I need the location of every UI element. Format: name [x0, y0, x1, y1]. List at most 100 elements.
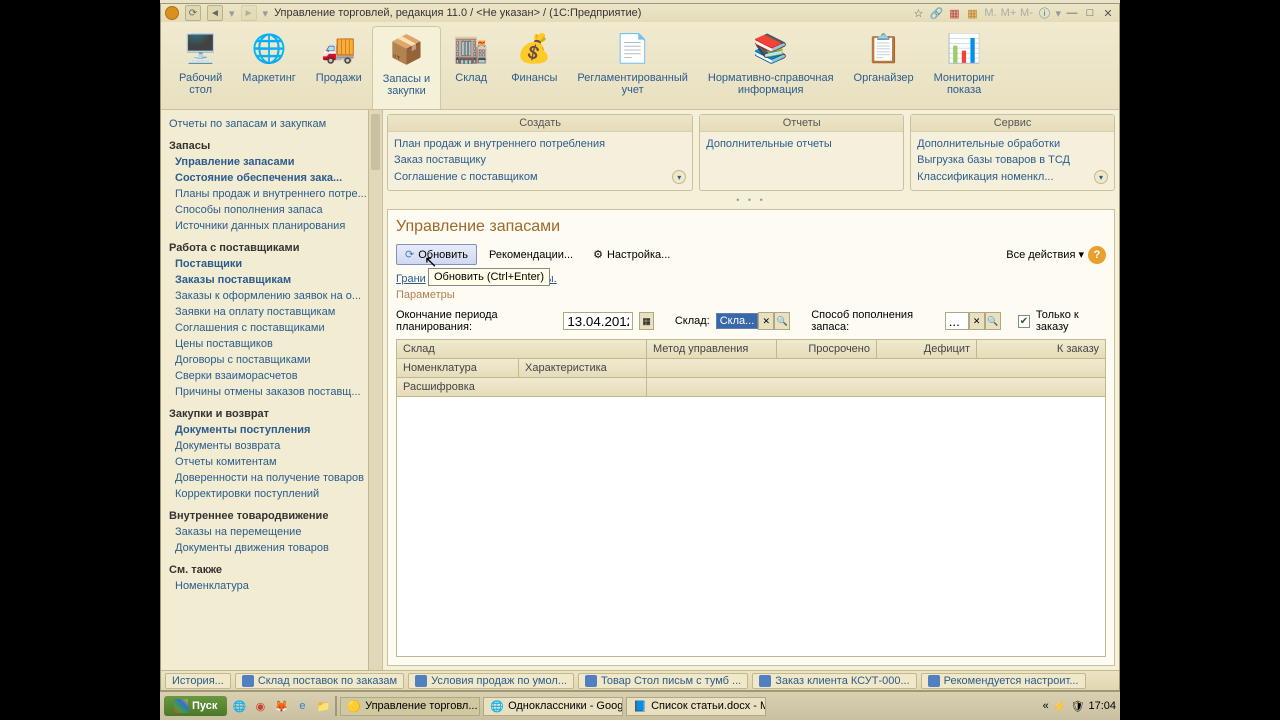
col-sklad[interactable]: Склад: [397, 340, 647, 358]
nav-link[interactable]: Документы поступления: [165, 422, 378, 438]
close-button[interactable]: ✕: [1101, 6, 1115, 20]
start-button[interactable]: Пуск: [164, 696, 227, 716]
info-icon[interactable]: ⓘ: [1037, 6, 1051, 20]
nav-link[interactable]: Документы движения товаров: [165, 540, 378, 556]
quick-link[interactable]: Выгрузка базы товаров в ТСД: [917, 152, 1108, 168]
boundary-link[interactable]: Грани: [396, 273, 426, 285]
maximize-button[interactable]: □: [1083, 6, 1097, 20]
bottombar-item[interactable]: Рекомендуется настроит...: [921, 673, 1086, 689]
nav-link[interactable]: Поставщики: [165, 256, 378, 272]
nav-link[interactable]: Доверенности на получение товаров: [165, 470, 378, 486]
calc-icon[interactable]: ▦: [947, 6, 961, 20]
nav-link[interactable]: Планы продаж и внутреннего потре...: [165, 186, 378, 202]
nav-link[interactable]: Соглашения с поставщиками: [165, 320, 378, 336]
nav-link[interactable]: Отчеты комитентам: [165, 454, 378, 470]
nav-link[interactable]: Состояние обеспечения зака...: [165, 170, 378, 186]
ie-icon[interactable]: e: [293, 697, 311, 715]
quick-link[interactable]: Классификация номенкл...▾: [917, 168, 1108, 186]
section-tab[interactable]: 📦Запасы и закупки: [372, 26, 441, 109]
dropdown-icon[interactable]: ▾: [1094, 170, 1108, 184]
section-tab[interactable]: 📚Нормативно-справочная информация: [698, 26, 844, 109]
history-button[interactable]: История...: [165, 673, 231, 689]
taskbar-item[interactable]: 🌐Одноклассники - Googl...: [483, 697, 623, 716]
m-minus-icon[interactable]: M-: [1019, 6, 1033, 20]
quick-link[interactable]: Соглашение с поставщиком▾: [394, 168, 686, 186]
method-clear-button[interactable]: ✕: [969, 312, 985, 330]
dropdown-icon[interactable]: ▾: [672, 170, 686, 184]
only-order-checkbox[interactable]: ✔: [1018, 315, 1030, 328]
col-characteristic[interactable]: Характеристика: [519, 359, 647, 377]
calendar-icon[interactable]: ▦: [965, 6, 979, 20]
star-icon[interactable]: ☆: [911, 6, 925, 20]
help-icon[interactable]: ?: [1088, 246, 1106, 264]
bottombar-item[interactable]: Склад поставок по заказам: [235, 673, 404, 689]
chrome-icon[interactable]: 🌐: [230, 697, 248, 715]
tray-icon2[interactable]: 🛡: [1071, 700, 1085, 713]
nav-forward-icon[interactable]: ►: [241, 5, 257, 21]
nav-link[interactable]: Заказы к оформлению заявок на о...: [165, 288, 378, 304]
col-deficit[interactable]: Дефицит: [877, 340, 977, 358]
settings-button[interactable]: ⚙ Настройка...: [585, 245, 678, 264]
nav-link[interactable]: Источники данных планирования: [165, 218, 378, 234]
m-icon[interactable]: M.: [983, 6, 997, 20]
recommendations-button[interactable]: Рекомендации...: [481, 246, 581, 264]
nav-back-icon[interactable]: ◄: [207, 5, 223, 21]
nav-link[interactable]: Отчеты по запасам и закупкам: [165, 116, 378, 132]
nav-link[interactable]: Договоры с поставщиками: [165, 352, 378, 368]
period-input[interactable]: [563, 312, 633, 330]
quick-link[interactable]: Заказ поставщику: [394, 152, 686, 168]
refresh-button[interactable]: ⟳ Обновить: [396, 244, 477, 265]
nav-link[interactable]: Заказы поставщикам: [165, 272, 378, 288]
minimize-button[interactable]: —: [1065, 6, 1079, 20]
m-plus-icon[interactable]: M+: [1001, 6, 1015, 20]
quick-link[interactable]: План продаж и внутреннего потребления: [394, 136, 686, 152]
bottombar-item[interactable]: Заказ клиента КСУТ-000...: [752, 673, 916, 689]
bottombar-item[interactable]: Товар Стол письм с тумб ...: [578, 673, 748, 689]
nav-link[interactable]: Корректировки поступлений: [165, 486, 378, 502]
firefox-icon[interactable]: 🦊: [272, 697, 290, 715]
method-field[interactable]: [945, 312, 969, 330]
section-tab[interactable]: 📄Регламентированный учет: [567, 26, 698, 109]
nav-link[interactable]: Способы пополнения запаса: [165, 202, 378, 218]
col-method[interactable]: Метод управления: [647, 340, 777, 358]
nav-link[interactable]: Номенклатура: [165, 578, 378, 594]
nav-link[interactable]: Причины отмены заказов поставщ...: [165, 384, 378, 400]
tray-icon[interactable]: ⚡: [1053, 700, 1067, 713]
nav-link[interactable]: Документы возврата: [165, 438, 378, 454]
section-tab[interactable]: 📊Мониторинг показа: [924, 26, 1005, 109]
col-details[interactable]: Расшифровка: [397, 378, 647, 396]
section-tab[interactable]: 🖥️Рабочий стол: [169, 26, 232, 109]
nav-refresh-icon[interactable]: ⟳: [185, 5, 201, 21]
folder-icon[interactable]: 📁: [314, 697, 332, 715]
section-tab[interactable]: 📋Органайзер: [844, 26, 924, 109]
nav-link[interactable]: Управление запасами: [165, 154, 378, 170]
sklad-field[interactable]: Скла...: [716, 313, 759, 329]
nav-link[interactable]: Сверки взаиморасчетов: [165, 368, 378, 384]
sklad-search-button[interactable]: 🔍: [774, 312, 790, 330]
nav-link[interactable]: Заявки на оплату поставщикам: [165, 304, 378, 320]
nav-link[interactable]: Заказы на перемещение: [165, 524, 378, 540]
col-toorder[interactable]: К заказу: [977, 340, 1105, 358]
col-overdue[interactable]: Просрочено: [777, 340, 877, 358]
quick-link[interactable]: Дополнительные обработки: [917, 136, 1108, 152]
col-nomenclature[interactable]: Номенклатура: [397, 359, 519, 377]
quick-link[interactable]: Дополнительные отчеты: [706, 136, 897, 152]
taskbar-item[interactable]: 🟡Управление торговл...: [340, 697, 480, 716]
section-tab[interactable]: 🚚Продажи: [306, 26, 372, 109]
section-tab[interactable]: 🌐Маркетинг: [232, 26, 305, 109]
tray-expand-icon[interactable]: «: [1043, 700, 1049, 712]
method-search-button[interactable]: 🔍: [985, 312, 1001, 330]
section-tab[interactable]: 🏬Склад: [441, 26, 501, 109]
clock[interactable]: 17:04: [1088, 700, 1116, 712]
data-grid[interactable]: Склад Метод управления Просрочено Дефици…: [396, 339, 1106, 657]
link-icon[interactable]: 🔗: [929, 6, 943, 20]
nav-scrollbar[interactable]: [368, 110, 382, 670]
chrome2-icon[interactable]: ◉: [251, 697, 269, 715]
sklad-clear-button[interactable]: ✕: [758, 312, 774, 330]
all-actions-button[interactable]: Все действия ▾: [1006, 248, 1084, 261]
bottombar-item[interactable]: Условия продаж по умол...: [408, 673, 574, 689]
taskbar-item[interactable]: 📘Список статьи.docx - M...: [626, 697, 766, 716]
nav-link[interactable]: Цены поставщиков: [165, 336, 378, 352]
period-calendar-button[interactable]: ▦: [639, 312, 654, 330]
section-tab[interactable]: 💰Финансы: [501, 26, 567, 109]
